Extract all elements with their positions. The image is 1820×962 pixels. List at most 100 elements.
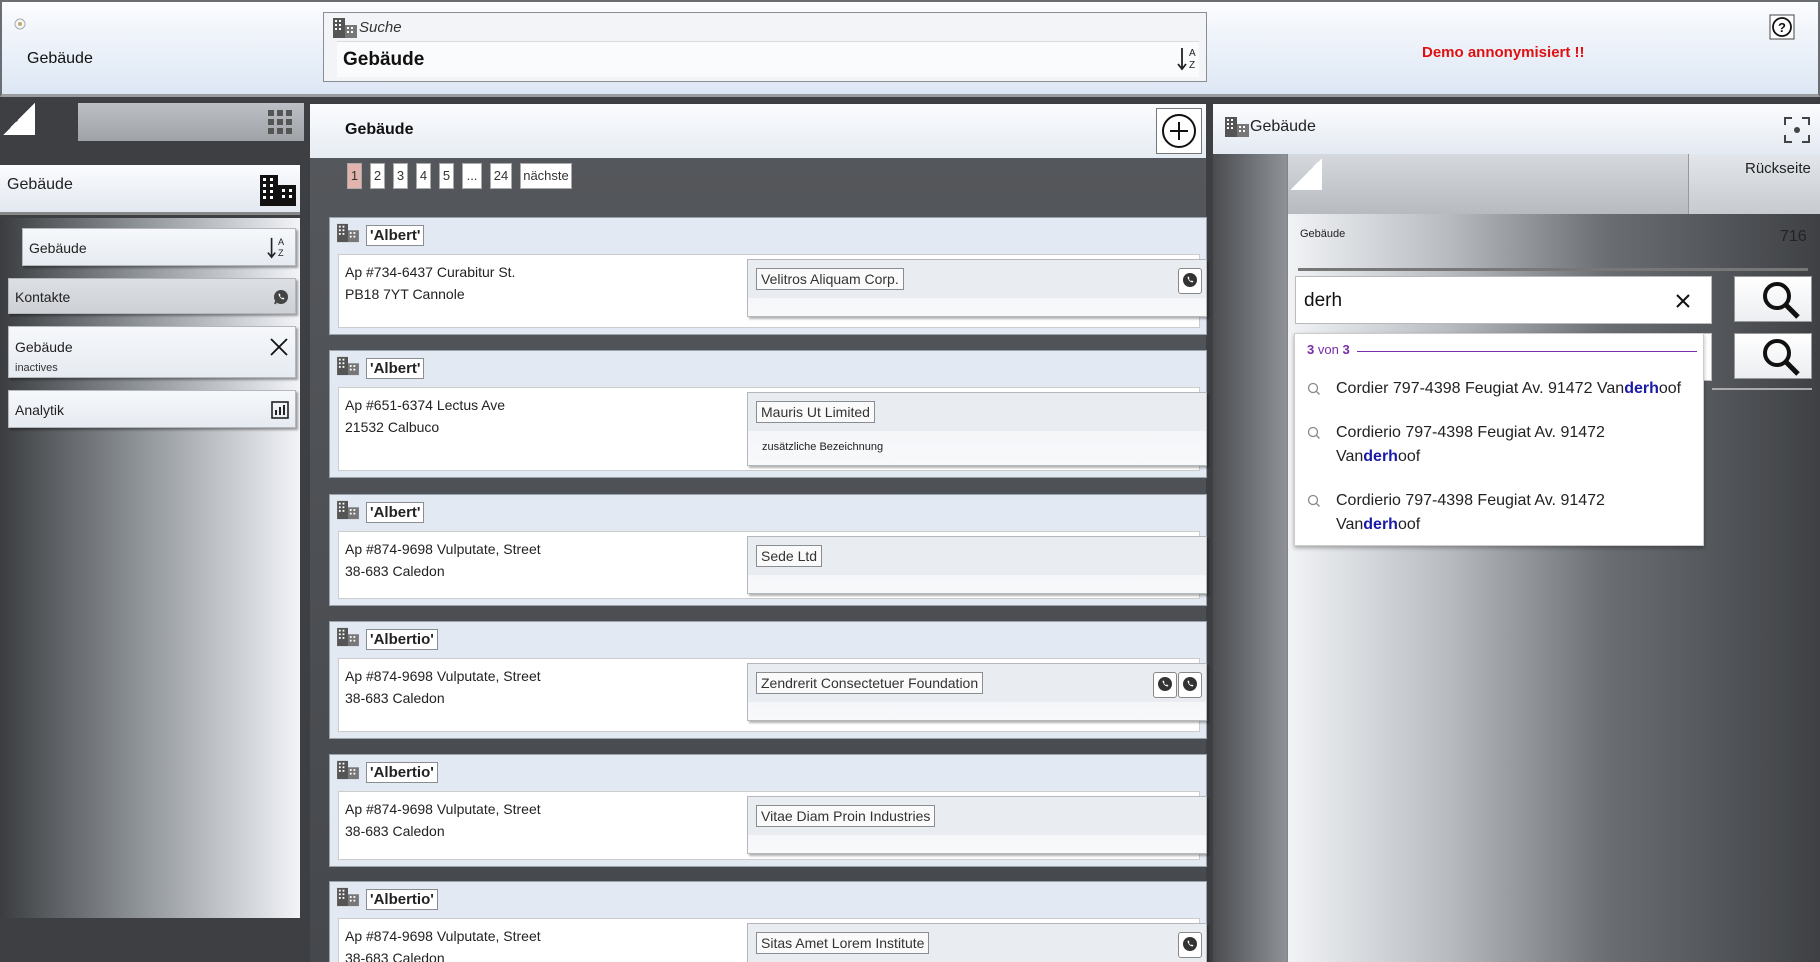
search-icon [1307, 382, 1321, 396]
app-title: Gebäude [27, 50, 93, 67]
whatsapp-icon[interactable] [1178, 268, 1202, 294]
whatsapp-icon[interactable] [1178, 672, 1202, 698]
sidebar-title: Gebäude [7, 176, 73, 193]
building-icon [332, 17, 358, 39]
autocomplete-option-text: Cordierio 797-4398 Feugiat Av. 91472 Vand… [1336, 424, 1605, 465]
fullscreen-icon[interactable] [1783, 116, 1811, 144]
sidebar-item-sub: inactives [15, 362, 58, 374]
building-card[interactable]: 'Albertio' Ap #874-9698 Vulputate, Stree… [329, 754, 1207, 867]
building-name[interactable]: 'Albertio' [366, 762, 438, 783]
contact-name[interactable]: Sede Ltd [756, 545, 823, 567]
building-icon [336, 356, 360, 376]
list-title: Gebäude [345, 121, 414, 138]
building-card[interactable]: 'Albert' Ap #734-6437 Curabitur St. PB18… [329, 217, 1207, 335]
sidebar-item-gebaeude[interactable]: Gebäude AZ [22, 228, 296, 266]
whatsapp-icon[interactable] [1153, 672, 1177, 698]
global-search-box[interactable]: Suche Gebäude AZ [323, 12, 1207, 82]
divider [1712, 388, 1812, 390]
building-card[interactable]: 'Albertio' Ap #874-9698 Vulputate, Stree… [329, 881, 1207, 962]
card-body: Ap #651-6374 Lectus Ave 21532 Calbuco Ma… [338, 387, 1207, 471]
contact-row: Zendrerit Consectetuer Foundation [748, 664, 1206, 702]
contact-name[interactable]: Velitros Aliquam Corp. [756, 268, 904, 290]
autocomplete-option[interactable]: Cordierio 797-4398 Feugiat Av. 91472 Vand… [1307, 489, 1697, 539]
next-page-link[interactable]: nächste [520, 163, 572, 189]
svg-text:A: A [278, 237, 285, 247]
building-name[interactable]: 'Albert' [366, 225, 425, 246]
search-field[interactable]: Gebäude AZ [337, 41, 1199, 77]
building-name[interactable]: 'Albert' [366, 358, 425, 379]
close-icon[interactable] [269, 337, 289, 357]
page-ellipsis[interactable]: ... [462, 163, 482, 189]
card-body: Ap #874-9698 Vulputate, Street 38-683 Ca… [338, 918, 1207, 962]
address-line-1: Ap #874-9698 Vulputate, Street [345, 928, 541, 944]
contact-box: Vitae Diam Proin Industries [747, 796, 1207, 854]
search-icon [1763, 282, 1800, 319]
building-card[interactable]: 'Albert' Ap #651-6374 Lectus Ave 21532 C… [329, 350, 1207, 478]
autocomplete-count: 3 von 3 [1307, 342, 1350, 357]
divider [1298, 268, 1808, 271]
search-button[interactable] [1734, 276, 1812, 322]
app-grid-icon[interactable] [268, 110, 292, 134]
building-name[interactable]: 'Albert' [366, 502, 425, 523]
building-name[interactable]: 'Albertio' [366, 629, 438, 650]
clear-icon[interactable] [1674, 292, 1692, 310]
page-link-2[interactable]: 2 [370, 163, 385, 189]
collapse-corner-icon[interactable] [1290, 158, 1322, 190]
svg-text:Z: Z [1189, 60, 1195, 71]
address-line-2: PB18 7YT Cannole [345, 286, 465, 302]
address-line-1: Ap #874-9698 Vulputate, Street [345, 541, 541, 557]
page-link-1[interactable]: 1 [347, 163, 362, 189]
address-line-1: Ap #651-6374 Lectus Ave [345, 397, 506, 413]
building-address: Ap #651-6374 Lectus Ave 21532 Calbuco [345, 394, 505, 438]
search-icon [1763, 339, 1800, 376]
search-icon [1307, 494, 1321, 508]
card-header: 'Albert' [336, 223, 425, 247]
list-header: Gebäude [310, 104, 1206, 158]
contact-name[interactable]: Sitas Amet Lorem Institute [756, 932, 930, 954]
analytics-icon[interactable] [271, 401, 289, 419]
sidebar-item-kontakte[interactable]: Kontakte [8, 278, 296, 314]
detail-search-input[interactable]: derh [1295, 276, 1712, 324]
card-body: Ap #874-9698 Vulputate, Street 38-683 Ca… [338, 791, 1207, 860]
address-line-2: 38-683 Caledon [345, 823, 445, 839]
sidebar-item-inactive[interactable]: Gebäude inactives [8, 326, 296, 378]
contact-name[interactable]: Vitae Diam Proin Industries [756, 805, 936, 827]
building-name[interactable]: 'Albertio' [366, 889, 438, 910]
whatsapp-icon[interactable] [1178, 932, 1202, 958]
autocomplete-option[interactable]: Cordier 797-4398 Feugiat Av. 91472 Vande… [1307, 377, 1697, 403]
contact-name[interactable]: Mauris Ut Limited [756, 401, 875, 423]
page-link-3[interactable]: 3 [393, 163, 408, 189]
address-line-2: 21532 Calbuco [345, 419, 440, 435]
sidebar-item-analytik[interactable]: Analytik [8, 390, 296, 428]
whatsapp-icon[interactable] [273, 289, 289, 305]
add-button[interactable] [1156, 108, 1202, 154]
search-value: Gebäude [343, 49, 425, 70]
svg-text:Z: Z [278, 248, 284, 258]
sort-alpha-icon[interactable]: AZ [1177, 46, 1201, 72]
page-link-24[interactable]: 24 [490, 163, 512, 189]
sidebar-body: Gebäude AZ Kontakte Gebäude inactives An… [0, 218, 300, 918]
card-body: Ap #874-9698 Vulputate, Street 38-683 Ca… [338, 658, 1207, 732]
app-logo-icon[interactable] [14, 18, 26, 30]
sidebar-item-label: Analytik [15, 402, 65, 418]
page-link-4[interactable]: 4 [416, 163, 431, 189]
contact-box: Mauris Ut Limited zusätzliche Bezeichnun… [747, 392, 1207, 466]
back-button[interactable]: Rückseite [1688, 154, 1820, 214]
detail-title: Gebäude [1250, 118, 1316, 135]
page-link-5[interactable]: 5 [439, 163, 454, 189]
contact-name[interactable]: Zendrerit Consectetuer Foundation [756, 672, 984, 694]
address-line-1: Ap #874-9698 Vulputate, Street [345, 801, 541, 817]
svg-text:A: A [1189, 48, 1196, 59]
help-icon[interactable]: ? [1769, 14, 1795, 40]
sort-alpha-icon[interactable]: AZ [267, 236, 289, 260]
collapse-corner-icon[interactable] [3, 103, 35, 135]
building-card[interactable]: 'Albertio' Ap #874-9698 Vulputate, Stree… [329, 621, 1207, 739]
result-count: 716 [1780, 228, 1807, 245]
autocomplete-option[interactable]: Cordierio 797-4398 Feugiat Av. 91472 Vand… [1307, 421, 1697, 471]
autocomplete-dropdown: 3 von 3 Cordier 797-4398 Feugiat Av. 914… [1294, 333, 1704, 546]
search-button-secondary[interactable] [1734, 333, 1812, 379]
contact-box: Velitros Aliquam Corp. [747, 259, 1207, 317]
address-line-2: 38-683 Caledon [345, 690, 445, 706]
building-card[interactable]: 'Albert' Ap #874-9698 Vulputate, Street … [329, 494, 1207, 606]
back-label: Rückseite [1745, 160, 1811, 177]
